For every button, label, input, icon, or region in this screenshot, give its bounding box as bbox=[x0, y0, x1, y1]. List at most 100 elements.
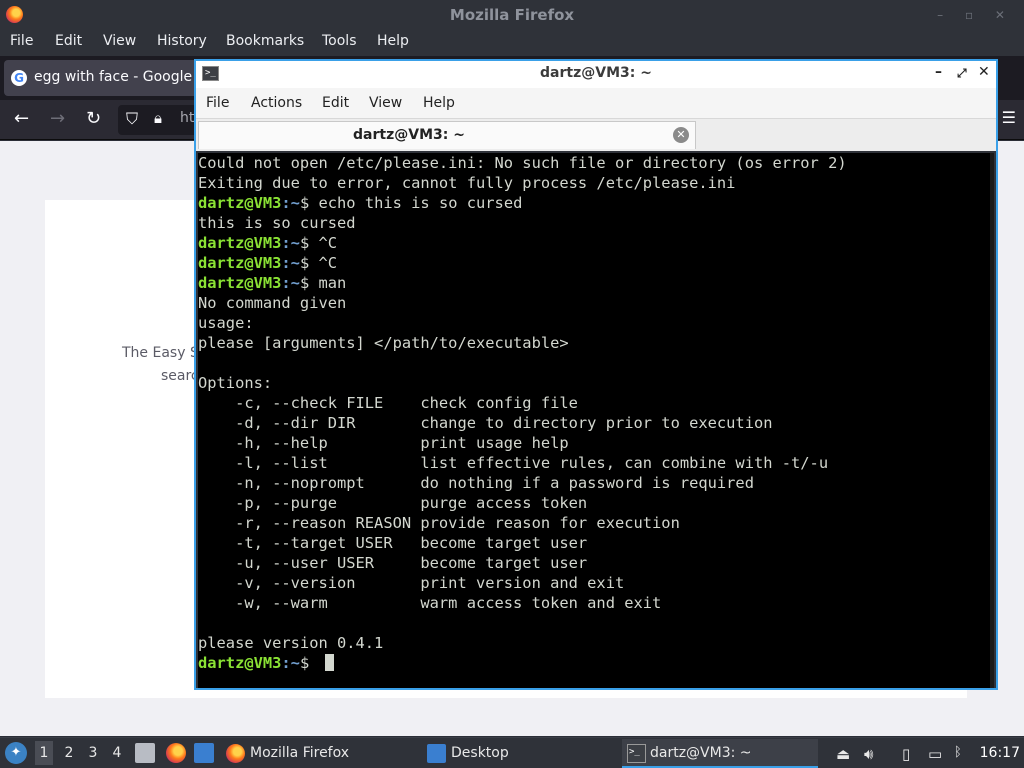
terminal-menu-file[interactable]: File bbox=[206, 95, 229, 111]
terminal-window[interactable]: >_ dartz@VM3: ~ – ⤢ ✕ File Actions Edit … bbox=[194, 59, 998, 690]
tab-close-icon[interactable]: ✕ bbox=[673, 127, 689, 143]
prompt-path: :~ bbox=[281, 254, 300, 272]
prompt-user: dartz@VM3 bbox=[198, 254, 282, 272]
start-menu-icon[interactable]: ✦ bbox=[5, 742, 27, 764]
forward-arrow-icon[interactable]: → bbox=[50, 108, 65, 129]
terminal-line: -t, --target USER become target user bbox=[198, 534, 588, 552]
prompt-user: dartz@VM3 bbox=[198, 274, 282, 292]
terminal-line: please [arguments] </path/to/executable> bbox=[198, 334, 569, 352]
terminal-titlebar[interactable]: >_ dartz@VM3: ~ – ⤢ ✕ bbox=[196, 61, 996, 88]
workspace-2[interactable]: 2 bbox=[60, 745, 78, 761]
file-manager-icon[interactable] bbox=[135, 743, 155, 763]
terminal-line: dartz@VM3:~$ ^C bbox=[198, 253, 994, 273]
taskbar: ✦ 1 2 3 4 Mozilla Firefox Desktop >_ dar… bbox=[0, 737, 1024, 768]
command-text: ^C bbox=[318, 234, 338, 252]
firefox-task-icon bbox=[226, 744, 245, 763]
task-firefox[interactable]: Mozilla Firefox bbox=[226, 739, 416, 768]
prompt-symbol: $ bbox=[299, 274, 319, 292]
lock-icon[interactable]: 🔒︎ bbox=[154, 109, 162, 127]
terminal-line: dartz@VM3:~$ man bbox=[198, 273, 994, 293]
folder-icon bbox=[427, 744, 446, 763]
url-text[interactable]: ht bbox=[180, 110, 194, 126]
firefox-menu-bookmarks[interactable]: Bookmarks bbox=[226, 33, 304, 49]
terminal-line: dartz@VM3:~$ echo this is so cursed bbox=[198, 193, 994, 213]
display-icon[interactable]: ▭ bbox=[928, 745, 942, 763]
terminal-task-icon: >_ bbox=[627, 744, 646, 763]
reload-icon[interactable]: ↻ bbox=[86, 108, 101, 129]
workspace-1[interactable]: 1 bbox=[35, 741, 53, 765]
bluetooth-icon[interactable]: ᛒ bbox=[954, 745, 962, 760]
workspace-3[interactable]: 3 bbox=[84, 745, 102, 761]
task-terminal-label: dartz@VM3: ~ bbox=[650, 745, 752, 761]
network-icon[interactable]: ⏏ bbox=[836, 745, 850, 763]
task-terminal[interactable]: >_ dartz@VM3: ~ bbox=[622, 739, 818, 768]
terminal-line: Options: bbox=[198, 374, 273, 392]
firefox-tab-title: egg with face - Google S bbox=[34, 69, 200, 85]
terminal-output[interactable]: Could not open /etc/please.ini: No such … bbox=[198, 153, 994, 688]
clipboard-icon[interactable]: ▯ bbox=[902, 745, 910, 763]
prompt-path: :~ bbox=[281, 194, 300, 212]
terminal-window-title: dartz@VM3: ~ bbox=[540, 65, 652, 81]
firefox-titlebar[interactable]: Mozilla Firefox – ▫ ✕ bbox=[0, 0, 1024, 29]
prompt-path: :~ bbox=[281, 654, 300, 672]
terminal-line: -w, --warm warm access token and exit bbox=[198, 594, 662, 612]
terminal-line: usage: bbox=[198, 314, 254, 332]
firefox-tab[interactable]: G egg with face - Google S bbox=[4, 60, 200, 96]
maximize-icon[interactable]: ⤢ bbox=[957, 66, 967, 81]
terminal-menu-view[interactable]: View bbox=[369, 95, 402, 111]
page-text-line-1: The Easy S bbox=[122, 345, 199, 361]
task-desktop[interactable]: Desktop bbox=[427, 739, 617, 768]
terminal-menu-actions[interactable]: Actions bbox=[251, 95, 302, 111]
page-text-line-2: searc bbox=[161, 368, 199, 384]
clock[interactable]: 16:17 bbox=[980, 745, 1020, 761]
terminal-tab[interactable]: dartz@VM3: ~ ✕ bbox=[198, 121, 696, 149]
firefox-menu-tools[interactable]: Tools bbox=[322, 33, 357, 49]
firefox-launcher-icon[interactable] bbox=[166, 743, 186, 763]
firefox-menu-history[interactable]: History bbox=[157, 33, 207, 49]
terminal-line: -n, --noprompt do nothing if a password … bbox=[198, 474, 754, 492]
prompt-user: dartz@VM3 bbox=[198, 654, 282, 672]
shield-icon[interactable]: ⛉ bbox=[126, 109, 138, 129]
terminal-menu-edit[interactable]: Edit bbox=[322, 95, 349, 111]
terminal-line: -u, --user USER become target user bbox=[198, 554, 588, 572]
minimize-icon[interactable]: – bbox=[935, 64, 942, 80]
firefox-menu-view[interactable]: View bbox=[103, 33, 136, 49]
terminal-scrollbar[interactable] bbox=[990, 153, 994, 688]
workspace-4[interactable]: 4 bbox=[108, 745, 126, 761]
terminal-line: -d, --dir DIR change to directory prior … bbox=[198, 414, 773, 432]
terminal-line: -l, --list list effective rules, can com… bbox=[198, 454, 829, 472]
hamburger-menu-icon[interactable]: ☰ bbox=[1002, 108, 1016, 127]
firefox-menu-file[interactable]: File bbox=[10, 33, 33, 49]
terminal-tabbar: dartz@VM3: ~ ✕ bbox=[196, 119, 996, 151]
volume-icon[interactable]: 🔊︎ bbox=[864, 745, 873, 763]
terminal-line: dartz@VM3:~$ ^C bbox=[198, 233, 994, 253]
firefox-window-controls[interactable]: – ▫ ✕ bbox=[937, 8, 1014, 22]
prompt-symbol: $ bbox=[299, 654, 319, 672]
google-icon: G bbox=[11, 70, 27, 86]
terminal-line: dartz@VM3:~$ bbox=[198, 653, 994, 673]
close-icon[interactable]: ✕ bbox=[978, 64, 990, 80]
prompt-symbol: $ bbox=[299, 254, 319, 272]
command-text: ^C bbox=[318, 254, 338, 272]
terminal-line: -v, --version print version and exit bbox=[198, 574, 625, 592]
task-desktop-label: Desktop bbox=[451, 745, 509, 761]
back-arrow-icon[interactable]: ← bbox=[14, 108, 29, 129]
firefox-menubar: File Edit View History Bookmarks Tools H… bbox=[0, 29, 1024, 56]
prompt-path: :~ bbox=[281, 274, 300, 292]
show-desktop-icon[interactable] bbox=[194, 743, 214, 763]
firefox-menu-help[interactable]: Help bbox=[377, 33, 409, 49]
terminal-tab-title: dartz@VM3: ~ bbox=[353, 127, 465, 143]
terminal-menu-help[interactable]: Help bbox=[423, 95, 455, 111]
firefox-menu-edit[interactable]: Edit bbox=[55, 33, 82, 49]
terminal-line: please version 0.4.1 bbox=[198, 634, 384, 652]
prompt-symbol: $ bbox=[299, 194, 319, 212]
terminal-line: this is so cursed bbox=[198, 214, 356, 232]
terminal-lines: Could not open /etc/please.ini: No such … bbox=[198, 153, 994, 673]
text-cursor[interactable] bbox=[324, 654, 334, 671]
terminal-menubar: File Actions Edit View Help bbox=[196, 88, 996, 119]
prompt-user: dartz@VM3 bbox=[198, 194, 282, 212]
task-firefox-label: Mozilla Firefox bbox=[250, 745, 350, 761]
command-text: echo this is so cursed bbox=[318, 194, 523, 212]
terminal-line: -h, --help print usage help bbox=[198, 434, 569, 452]
terminal-line: -r, --reason REASON provide reason for e… bbox=[198, 514, 680, 532]
